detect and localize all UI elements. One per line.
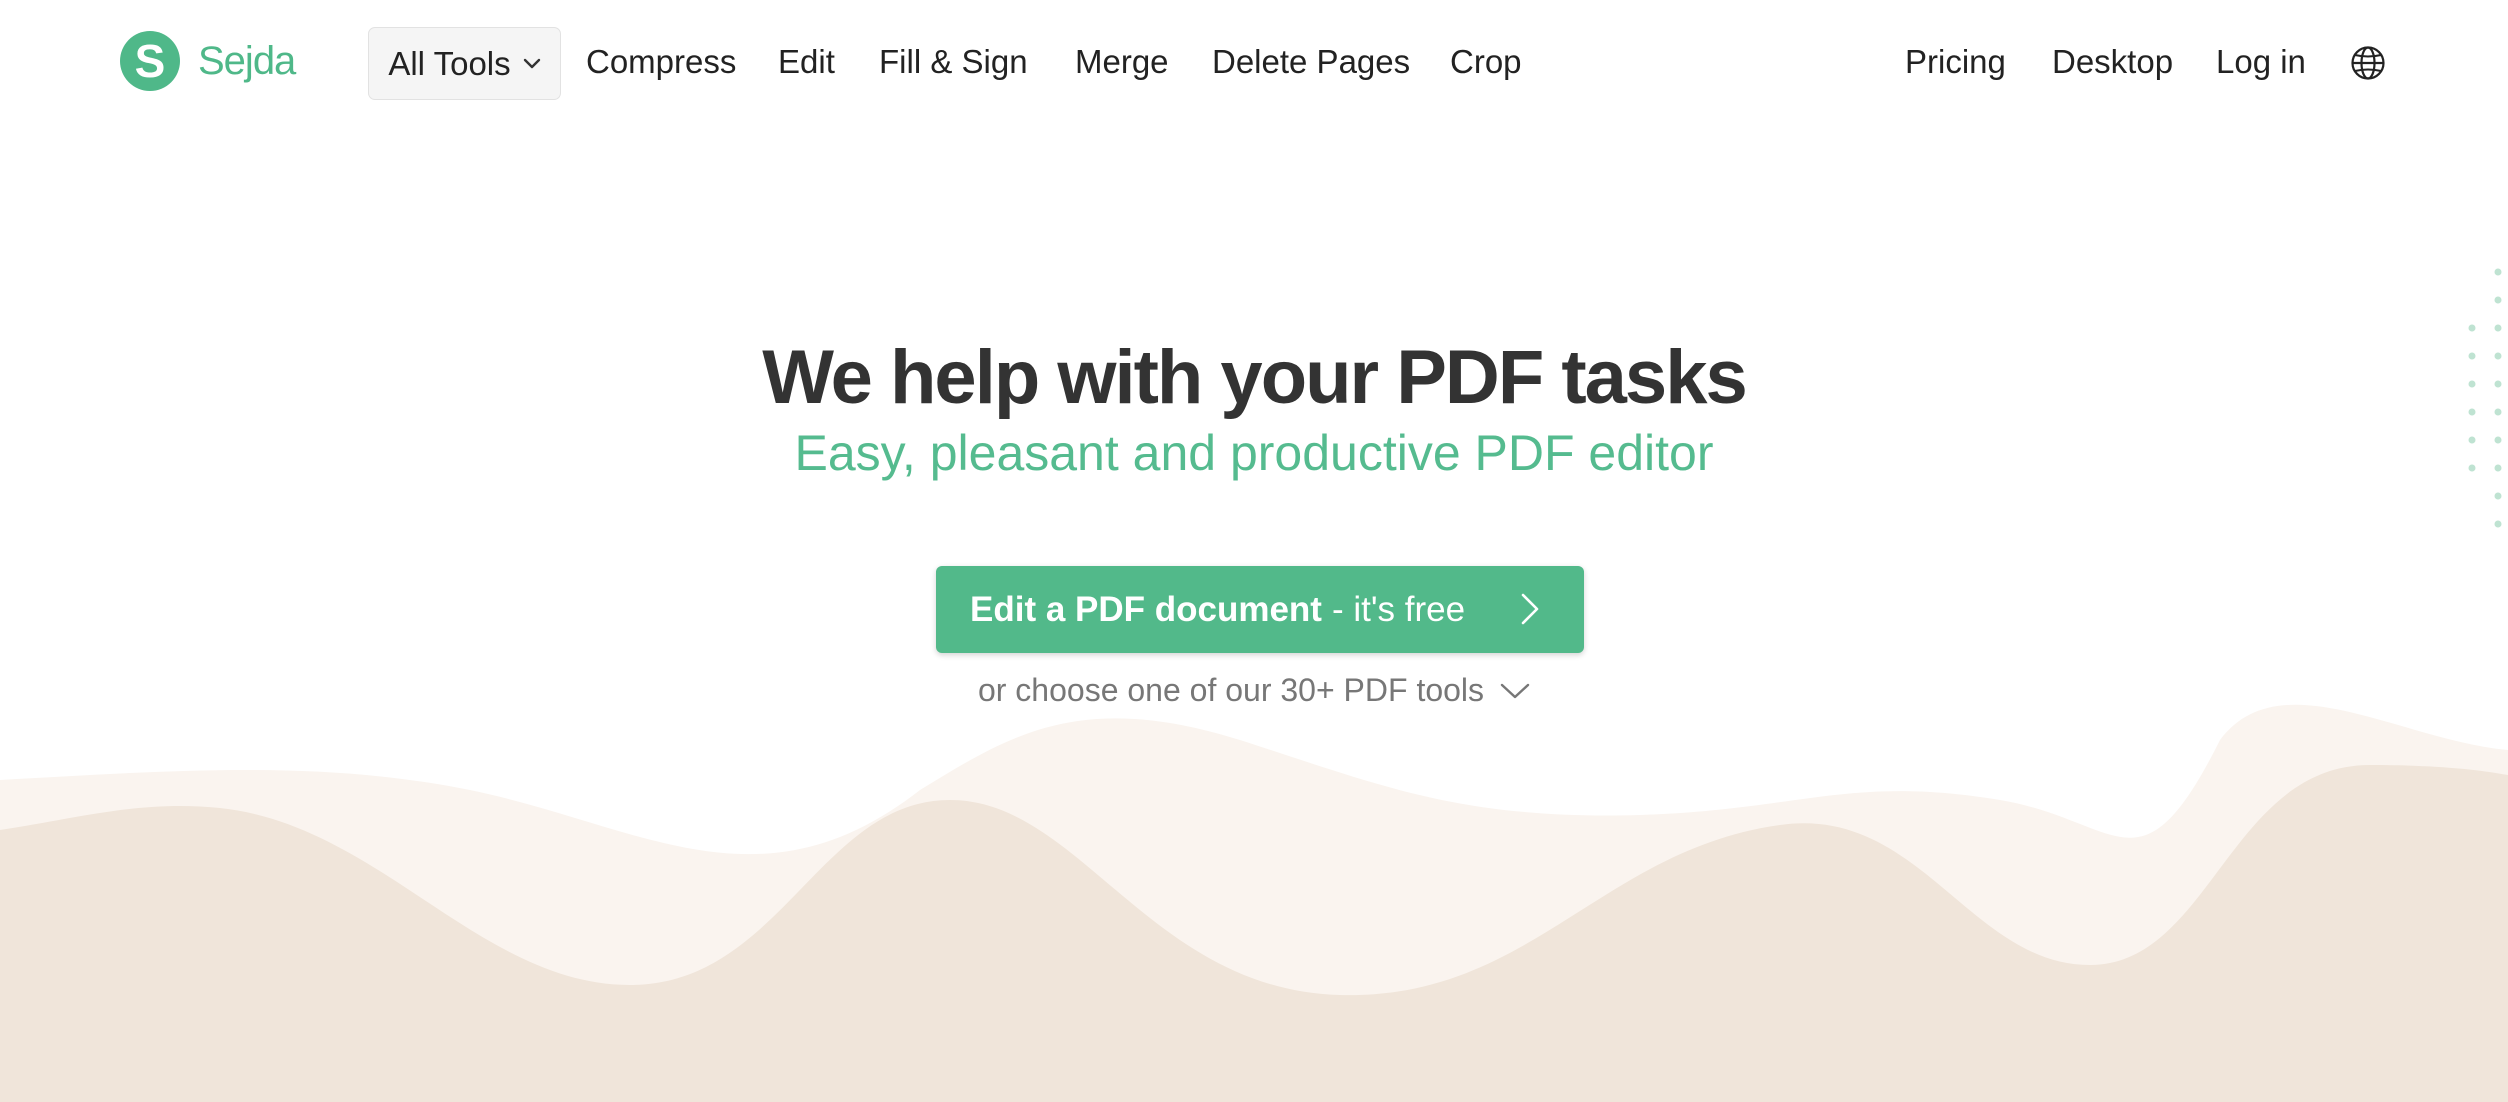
cta-strong-label: Edit a PDF document — [970, 589, 1322, 629]
decorative-dots — [2468, 268, 2502, 528]
nav-link-fill-sign[interactable]: Fill & Sign — [879, 40, 1028, 84]
logo-mark: S — [120, 31, 180, 91]
decorative-waves — [0, 704, 2508, 1102]
nav-link-edit[interactable]: Edit — [778, 40, 835, 84]
nav-link-desktop[interactable]: Desktop — [2052, 40, 2173, 84]
all-tools-label: All Tools — [388, 44, 511, 82]
chevron-down-icon — [1500, 682, 1530, 700]
chevron-right-icon — [1520, 592, 1540, 635]
nav-link-compress[interactable]: Compress — [586, 40, 736, 84]
globe-icon[interactable] — [2350, 45, 2386, 81]
hero-title: We help with your PDF tasks — [762, 335, 1747, 420]
top-nav: S Sejda All Tools Compress Edit Fill & S… — [0, 0, 2508, 124]
nav-link-pricing[interactable]: Pricing — [1905, 40, 2006, 84]
nav-link-merge[interactable]: Merge — [1075, 40, 1169, 84]
edit-pdf-button[interactable]: Edit a PDF document - it's free — [936, 566, 1584, 653]
hero-subtitle: Easy, pleasant and productive PDF editor — [794, 425, 1714, 481]
all-tools-dropdown[interactable]: All Tools — [368, 27, 561, 100]
logo-link[interactable]: S Sejda — [120, 30, 296, 92]
nav-link-crop[interactable]: Crop — [1450, 40, 1522, 84]
page: S Sejda All Tools Compress Edit Fill & S… — [0, 0, 2508, 1102]
nav-link-login[interactable]: Log in — [2216, 40, 2306, 84]
cta-light-label: - it's free — [1331, 589, 1466, 629]
logo-text: Sejda — [198, 38, 296, 83]
nav-link-delete-pages[interactable]: Delete Pages — [1212, 40, 1410, 84]
chevron-down-icon — [523, 58, 541, 70]
